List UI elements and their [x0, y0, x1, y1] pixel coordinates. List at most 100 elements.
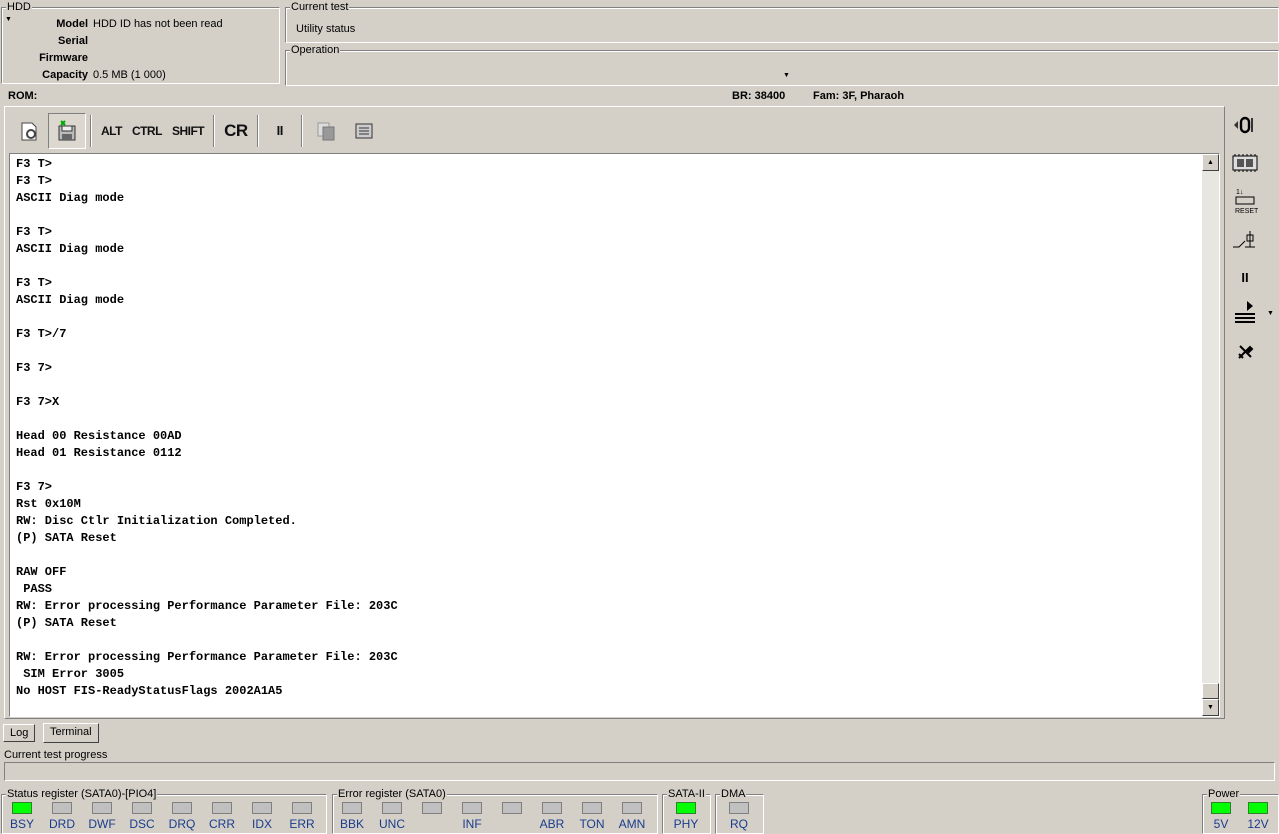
play-log-icon[interactable] [1230, 298, 1260, 328]
led-label: DSC [129, 817, 155, 831]
side-pause-icon[interactable]: II [1230, 262, 1260, 292]
led-drd: DRD [44, 802, 80, 831]
led-inf: INF [454, 802, 490, 831]
family: Fam: 3F, Pharaoh [813, 90, 905, 102]
led-indicator [92, 802, 112, 814]
terminal-line: Head 00 Resistance 00AD [16, 429, 182, 443]
hdd-group: HDD ▼ Model HDD ID has not been read Ser… [1, 1, 280, 84]
hdd-firmware-row: Firmware [2, 50, 278, 67]
tab-log[interactable]: Log [3, 724, 36, 742]
terminal-line: F3 T> [16, 157, 53, 171]
led-label: DRQ [168, 817, 196, 831]
terminal-line: RW: Error processing Performance Paramet… [16, 599, 398, 613]
model-label: Model [56, 18, 88, 30]
led-label: INF [462, 817, 482, 831]
phy-led [676, 802, 696, 814]
terminal-line: Rst 0x10M [16, 497, 81, 511]
scroll-up-arrow-icon[interactable]: ▲ [1202, 154, 1219, 171]
led-label: BSY [9, 817, 34, 831]
led-5v: 5V [1203, 802, 1239, 831]
alt-button[interactable]: ALT [96, 113, 127, 149]
svg-text:RESET: RESET [1235, 208, 1258, 215]
operation-group: Operation ▼ [285, 44, 1279, 86]
shift-button[interactable]: SHIFT [167, 113, 209, 149]
led-12v: 12V [1240, 802, 1276, 831]
rq-led [729, 802, 749, 814]
hdd-serial-row: Serial [2, 33, 278, 50]
led-indicator [1211, 802, 1231, 814]
led-indicator [12, 802, 32, 814]
play-log-dropdown-icon[interactable]: ▼ [1267, 310, 1274, 317]
led-indicator [462, 802, 482, 814]
baud-rate: BR: 38400 [732, 90, 786, 102]
capacity-label: Capacity [42, 69, 88, 81]
terminal-line: SIM Error 3005 [16, 667, 125, 681]
led-blank [494, 802, 530, 817]
led-ton: TON [574, 802, 610, 831]
pause-button[interactable]: II [263, 113, 297, 149]
ctrl-button[interactable]: CTRL [127, 113, 167, 149]
led-indicator [622, 802, 642, 814]
toolbar-separator [90, 115, 92, 147]
terminal-line: RAW OFF [16, 565, 67, 579]
scroll-down-arrow-icon[interactable]: ▼ [1202, 699, 1219, 716]
operation-title: Operation [290, 44, 341, 56]
toolbar-separator [256, 115, 259, 147]
keyboard-icon[interactable] [345, 113, 383, 149]
led-indicator [52, 802, 72, 814]
led-indicator [172, 802, 192, 814]
scroll-thumb[interactable] [1202, 683, 1219, 699]
operation-dropdown-icon[interactable]: ▼ [783, 72, 790, 79]
copy-icon[interactable] [307, 113, 345, 149]
tools-icon[interactable] [1230, 337, 1260, 367]
save-disk-icon[interactable] [48, 113, 86, 149]
led-indicator [382, 802, 402, 814]
terminal-line: F3 T> [16, 225, 53, 239]
led-dsc: DSC [124, 802, 160, 831]
power-off-icon[interactable] [1230, 110, 1260, 140]
led-indicator [292, 802, 312, 814]
led-bbk: BBK [334, 802, 370, 831]
led-label: UNC [379, 817, 405, 831]
cr-button[interactable]: CR [219, 113, 253, 149]
hdd-model-row: Model HDD ID has not been read [2, 16, 278, 33]
terminal-output[interactable]: F3 T> F3 T> ASCII Diag mode F3 T> ASCII Diag… [9, 153, 1220, 717]
led-label: AMN [618, 817, 646, 831]
terminal-line: RW: Error processing Performance Paramet… [16, 650, 398, 664]
led-bsy: BSY [4, 802, 40, 831]
terminal-line: F3 T> [16, 276, 53, 290]
led-blank [414, 802, 450, 817]
led-unc: UNC [374, 802, 410, 831]
terminal-line: (P) SATA Reset [16, 616, 117, 630]
led-idx: IDX [244, 802, 280, 831]
led-label: BBK [339, 817, 364, 831]
terminal-scrollbar[interactable]: ▲ ▼ [1202, 154, 1219, 716]
relay-switch-icon[interactable] [1230, 225, 1260, 255]
rom-label: ROM: [8, 90, 38, 102]
terminal-line: No HOST FIS-ReadyStatusFlags 2002A1A5 [16, 684, 283, 698]
led-indicator [132, 802, 152, 814]
sata-phy-indicator: PHY [668, 802, 704, 831]
led-indicator [582, 802, 602, 814]
terminal-line: F3 7> [16, 361, 53, 375]
controller-board-icon[interactable] [1230, 148, 1260, 178]
settings-page-icon[interactable] [10, 113, 48, 149]
led-label: ERR [289, 817, 315, 831]
terminal-line: F3 7> [16, 480, 53, 494]
led-label: ABR [539, 817, 565, 831]
tab-terminal[interactable]: Terminal [43, 723, 99, 743]
led-abr: ABR [534, 802, 570, 831]
reset-icon[interactable]: 1↓ RESET [1230, 186, 1260, 216]
terminal-line: F3 T>/7 [16, 327, 67, 341]
led-dwf: DWF [84, 802, 120, 831]
firmware-label: Firmware [39, 52, 88, 64]
power-title: Power [1207, 788, 1241, 800]
led-label: 5V [1213, 817, 1229, 831]
toolbar-separator [300, 115, 303, 147]
